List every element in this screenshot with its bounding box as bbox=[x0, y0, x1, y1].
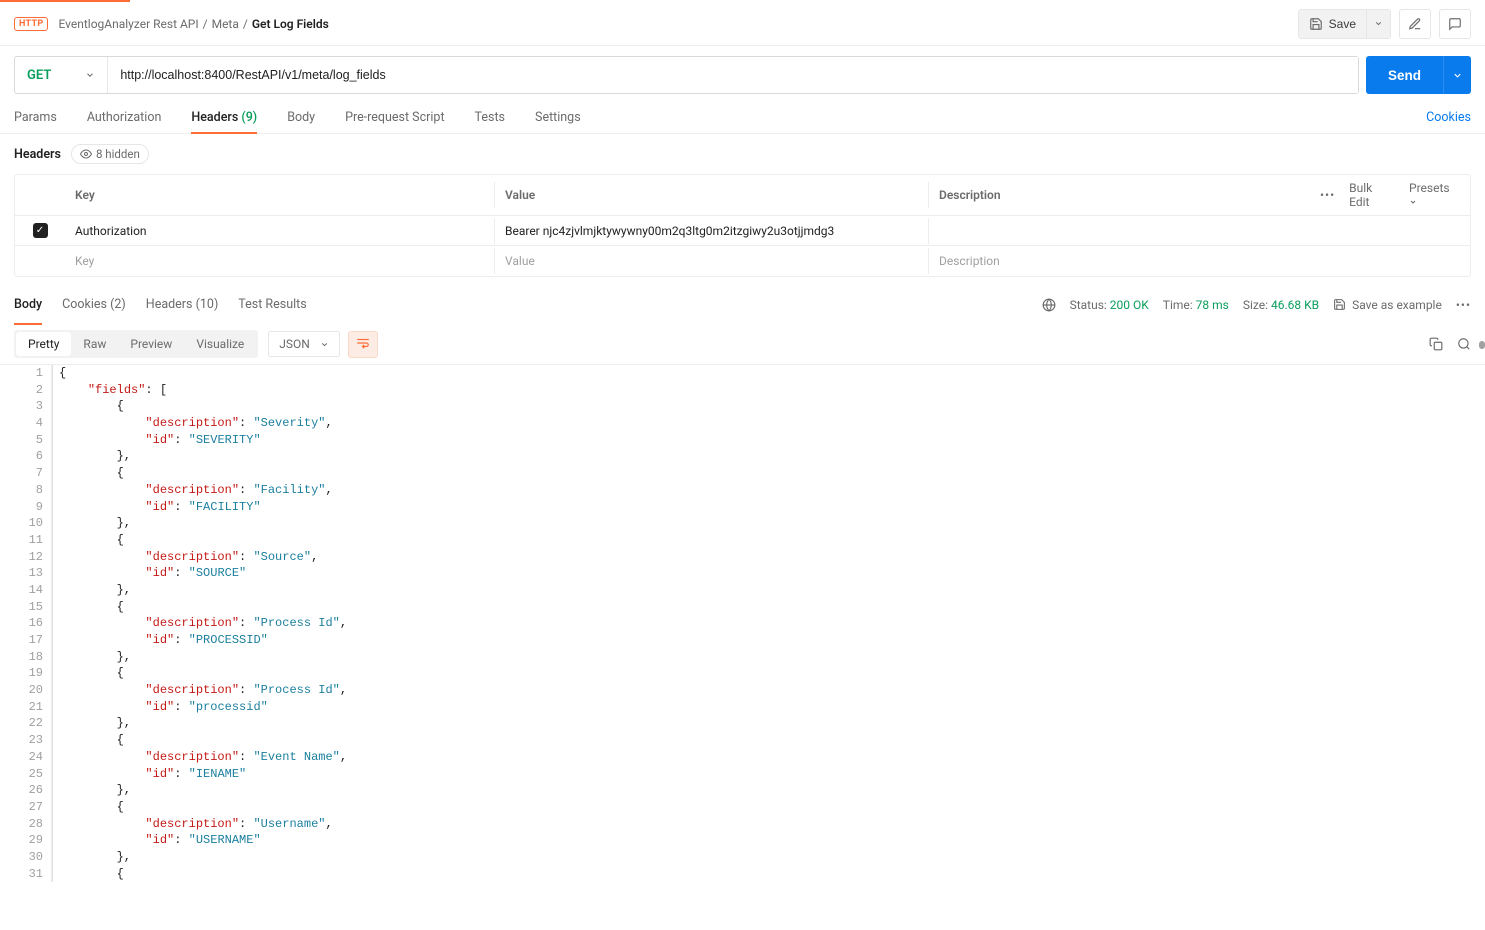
tab-body[interactable]: Body bbox=[287, 102, 315, 133]
cell-value[interactable]: Bearer njc4zjvlmjktywywny00m2q3ltg0m2itz… bbox=[495, 218, 929, 244]
comment-button[interactable] bbox=[1439, 9, 1471, 39]
more-options-icon[interactable]: ••• bbox=[1320, 188, 1335, 202]
request-tabs: Params Authorization Headers (9) Body Pr… bbox=[0, 94, 1485, 134]
response-bar: Body Cookies (2) Headers (10) Test Resul… bbox=[0, 277, 1485, 318]
resp-tab-headers[interactable]: Headers (10) bbox=[146, 291, 219, 318]
search-icon[interactable] bbox=[1457, 337, 1471, 351]
tab-tests[interactable]: Tests bbox=[475, 102, 505, 133]
method-select[interactable]: GET bbox=[15, 57, 108, 93]
tab-headers[interactable]: Headers (9) bbox=[191, 102, 257, 133]
hidden-headers-toggle[interactable]: 8 hidden bbox=[71, 144, 149, 164]
send-dropdown-button[interactable] bbox=[1443, 56, 1471, 94]
save-as-example-button[interactable]: Save as example bbox=[1333, 298, 1442, 312]
save-button-group: Save bbox=[1298, 9, 1391, 39]
time-stat: Time: 78 ms bbox=[1163, 298, 1229, 312]
headers-table-header-row: Key Value Description ••• Bulk Edit Pres… bbox=[15, 175, 1470, 216]
tab-headers-count: (9) bbox=[241, 110, 257, 125]
more-options-icon[interactable]: ••• bbox=[1456, 298, 1471, 312]
th-description: Description bbox=[929, 182, 1310, 208]
view-raw[interactable]: Raw bbox=[71, 332, 118, 356]
viewer-bar: Pretty Raw Preview Visualize JSON bbox=[0, 324, 1485, 365]
send-button[interactable]: Send bbox=[1366, 56, 1443, 94]
request-row: GET Send bbox=[0, 46, 1485, 94]
response-stats: Status: 200 OK Time: 78 ms Size: 46.68 K… bbox=[1042, 298, 1471, 312]
edit-button[interactable] bbox=[1399, 9, 1431, 39]
view-visualize[interactable]: Visualize bbox=[184, 332, 256, 356]
cell-key[interactable]: Authorization bbox=[65, 218, 495, 244]
save-label: Save bbox=[1329, 17, 1356, 31]
resp-tab-cookies[interactable]: Cookies (2) bbox=[62, 291, 126, 318]
hidden-headers-count: 8 hidden bbox=[96, 147, 140, 161]
save-icon bbox=[1333, 298, 1346, 311]
breadcrumb-mid[interactable]: Meta bbox=[212, 17, 239, 31]
th-value: Value bbox=[495, 182, 929, 208]
response-tabs: Body Cookies (2) Headers (10) Test Resul… bbox=[14, 291, 307, 318]
resp-headers-label: Headers bbox=[146, 297, 193, 312]
globe-icon[interactable] bbox=[1042, 298, 1056, 312]
new-value-input[interactable]: Value bbox=[495, 248, 929, 274]
headers-title: Headers bbox=[14, 147, 61, 162]
tab-toolbar: HTTP EventlogAnalyzer Rest API / Meta / … bbox=[0, 2, 1485, 46]
method-value: GET bbox=[27, 68, 51, 83]
resp-tab-body[interactable]: Body bbox=[14, 291, 42, 318]
resp-cookies-count: (2) bbox=[110, 297, 126, 312]
method-url-bar: GET bbox=[14, 56, 1359, 94]
new-key-input[interactable]: Key bbox=[65, 248, 495, 274]
bulk-edit-link[interactable]: Bulk Edit bbox=[1349, 181, 1395, 209]
comment-icon bbox=[1448, 17, 1462, 31]
save-dropdown-button[interactable] bbox=[1367, 9, 1391, 39]
tab-params[interactable]: Params bbox=[14, 102, 57, 133]
response-body-viewer[interactable]: 1234567891011121314151617181920212223242… bbox=[0, 365, 1485, 882]
chevron-down-icon bbox=[1452, 70, 1463, 81]
size-stat: Size: 46.68 KB bbox=[1243, 298, 1319, 312]
tab-authorization[interactable]: Authorization bbox=[87, 102, 162, 133]
row-checkbox[interactable]: ✓ bbox=[33, 223, 48, 238]
save-as-example-label: Save as example bbox=[1352, 298, 1442, 312]
new-description-input[interactable]: Description bbox=[929, 248, 1310, 274]
scrollbar-thumb[interactable] bbox=[1479, 341, 1485, 349]
chevron-down-icon bbox=[1374, 19, 1383, 28]
save-icon bbox=[1309, 17, 1323, 31]
send-button-group: Send bbox=[1366, 56, 1471, 94]
format-select[interactable]: JSON bbox=[268, 331, 340, 357]
tab-settings[interactable]: Settings bbox=[535, 102, 581, 133]
view-preview[interactable]: Preview bbox=[118, 332, 184, 356]
chevron-down-icon bbox=[85, 70, 95, 80]
save-button[interactable]: Save bbox=[1298, 9, 1367, 39]
url-input[interactable] bbox=[108, 57, 1358, 93]
pencil-icon bbox=[1408, 17, 1422, 31]
resp-tab-test-results[interactable]: Test Results bbox=[238, 291, 306, 318]
chevron-down-icon bbox=[1409, 198, 1417, 206]
headers-table-new-row: Key Value Description bbox=[15, 246, 1470, 276]
wrap-toggle[interactable] bbox=[348, 331, 378, 358]
view-pretty[interactable]: Pretty bbox=[16, 332, 71, 356]
cookies-link[interactable]: Cookies bbox=[1426, 102, 1471, 133]
headers-table-row: ✓ Authorization Bearer njc4zjvlmjktywywn… bbox=[15, 216, 1470, 246]
headers-section-head: Headers 8 hidden bbox=[0, 134, 1485, 174]
code-content: { "fields": [ { "description": "Severity… bbox=[52, 365, 1485, 882]
line-number-gutter: 1234567891011121314151617181920212223242… bbox=[0, 365, 52, 882]
tab-prerequest-script[interactable]: Pre-request Script bbox=[345, 102, 444, 133]
wrap-icon bbox=[356, 337, 370, 349]
resp-cookies-label: Cookies bbox=[62, 297, 107, 312]
http-badge: HTTP bbox=[14, 17, 48, 31]
tab-headers-label: Headers bbox=[191, 110, 238, 125]
copy-icon[interactable] bbox=[1429, 337, 1443, 351]
cell-description[interactable] bbox=[929, 225, 1310, 237]
chevron-down-icon bbox=[320, 340, 329, 349]
breadcrumb-root[interactable]: EventlogAnalyzer Rest API bbox=[58, 17, 198, 31]
eye-icon bbox=[80, 148, 92, 160]
format-label: JSON bbox=[279, 337, 310, 351]
th-key: Key bbox=[65, 182, 495, 208]
presets-label: Presets bbox=[1409, 181, 1450, 195]
status-stat: Status: 200 OK bbox=[1070, 298, 1149, 312]
breadcrumb-current: Get Log Fields bbox=[252, 17, 329, 31]
view-mode-tabs: Pretty Raw Preview Visualize bbox=[14, 330, 258, 358]
resp-headers-count: (10) bbox=[196, 297, 219, 312]
headers-table: Key Value Description ••• Bulk Edit Pres… bbox=[14, 174, 1471, 277]
presets-dropdown[interactable]: Presets bbox=[1409, 181, 1460, 209]
